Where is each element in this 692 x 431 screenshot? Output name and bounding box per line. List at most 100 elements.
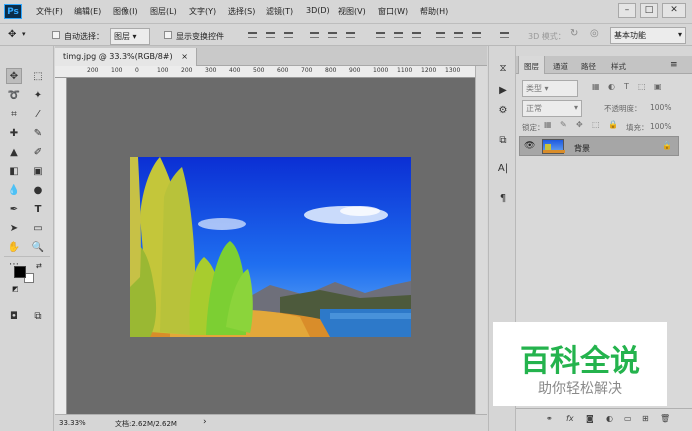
close-button[interactable]: ✕ — [662, 3, 686, 18]
menu-view[interactable]: 视图(V) — [338, 6, 366, 17]
pen-tool[interactable]: ✒ — [6, 201, 22, 217]
distribute-left-icon[interactable] — [436, 32, 445, 38]
new-group-icon[interactable]: ▭ — [624, 414, 632, 423]
foreground-color-swatch[interactable] — [14, 266, 26, 278]
lock-all-icon[interactable]: 🔒 — [608, 120, 618, 129]
crop-tool[interactable]: ⌗ — [6, 106, 22, 122]
lasso-tool[interactable]: ➰ — [6, 87, 22, 103]
vertical-ruler[interactable] — [55, 78, 67, 414]
properties-icon[interactable]: ⚙ — [495, 102, 511, 118]
new-layer-icon[interactable]: ⊞ — [642, 414, 649, 423]
filter-adjustment-icon[interactable]: ◐ — [608, 82, 615, 91]
chevron-right-icon[interactable]: › — [203, 417, 207, 427]
swap-colors-icon[interactable]: ⇄ — [36, 262, 42, 270]
minimize-button[interactable]: – — [618, 3, 636, 18]
menu-image[interactable]: 图像(I) — [113, 6, 138, 17]
quick-mask-icon[interactable]: ◘ — [6, 308, 22, 324]
clone-stamp-tool[interactable]: ▲ — [6, 144, 22, 160]
roll-3d-icon[interactable]: ◎ — [590, 28, 599, 39]
document-info[interactable]: 文档:2.62M/2.62M — [115, 419, 177, 429]
lock-image-icon[interactable]: ✎ — [560, 120, 567, 129]
magic-wand-tool[interactable]: ✦ — [30, 87, 46, 103]
kind-filter-dropdown[interactable]: 类型 ▾ — [522, 80, 578, 97]
gradient-tool[interactable]: ▣ — [30, 163, 46, 179]
close-tab-icon[interactable]: × — [181, 52, 188, 61]
visibility-eye-icon[interactable]: 👁 — [524, 141, 535, 151]
auto-select-checkbox[interactable] — [52, 31, 60, 39]
fill-value[interactable]: 100% — [650, 122, 671, 131]
history-icon[interactable]: ⧖ — [495, 60, 511, 76]
delete-layer-icon[interactable]: 🗑 — [660, 414, 670, 423]
eraser-tool[interactable]: ◧ — [6, 163, 22, 179]
lock-position-icon[interactable]: ✥ — [576, 120, 583, 129]
menu-edit[interactable]: 编辑(E) — [74, 6, 101, 17]
dodge-tool[interactable]: ● — [30, 182, 46, 198]
blur-tool[interactable]: 💧 — [6, 182, 22, 198]
distribute-vcenter-icon[interactable] — [394, 32, 403, 38]
type-tool[interactable]: T — [30, 201, 46, 217]
zoom-level[interactable]: 33.33% — [59, 419, 86, 427]
menu-3d[interactable]: 3D(D) — [306, 6, 330, 15]
show-transform-checkbox[interactable] — [164, 31, 172, 39]
distribute-right-icon[interactable] — [472, 32, 481, 38]
align-hcenter-icon[interactable] — [328, 32, 337, 38]
filter-shape-icon[interactable]: ⬚ — [638, 82, 646, 91]
opacity-value[interactable]: 100% — [650, 103, 671, 112]
paragraph-icon[interactable]: ¶ — [495, 190, 511, 206]
panel-menu-icon[interactable]: ≡ — [670, 60, 678, 70]
healing-brush-tool[interactable]: ✚ — [6, 125, 22, 141]
filter-smart-object-icon[interactable]: ▣ — [654, 82, 662, 91]
horizontal-ruler[interactable]: 200 100 0 100 200 300 400 500 600 700 80… — [55, 66, 475, 78]
filter-pixel-icon[interactable]: ▦ — [592, 82, 600, 91]
tab-paths[interactable]: 路径 — [576, 56, 601, 74]
layer-style-icon[interactable]: fx — [566, 414, 574, 423]
path-selection-tool[interactable]: ➤ — [6, 220, 22, 236]
menu-filter[interactable]: 滤镜(T) — [266, 6, 293, 17]
menu-type[interactable]: 文字(Y) — [189, 6, 216, 17]
move-tool-icon[interactable]: ✥ — [8, 29, 16, 40]
maximize-button[interactable]: □ — [640, 3, 658, 18]
menu-help[interactable]: 帮助(H) — [420, 6, 448, 17]
distribute-top-icon[interactable] — [376, 32, 385, 38]
add-mask-icon[interactable]: ◙ — [586, 414, 594, 423]
history-brush-tool[interactable]: ✐ — [30, 144, 46, 160]
align-left-icon[interactable] — [310, 32, 319, 38]
tab-styles[interactable]: 样式 — [606, 56, 631, 74]
align-right-icon[interactable] — [346, 32, 355, 38]
canvas-area[interactable] — [67, 78, 475, 414]
link-layers-icon[interactable]: ⚭ — [546, 414, 553, 423]
auto-align-icon[interactable] — [500, 32, 509, 38]
lock-transparent-icon[interactable]: ▦ — [544, 120, 552, 129]
tab-channels[interactable]: 通道 — [548, 56, 573, 74]
default-colors-icon[interactable]: ◩ — [12, 285, 19, 293]
rotate-3d-icon[interactable]: ↻ — [570, 28, 578, 39]
distribute-bottom-icon[interactable] — [412, 32, 421, 38]
move-tool[interactable]: ✥ — [6, 68, 22, 84]
lock-artboard-icon[interactable]: ⬚ — [592, 120, 600, 129]
auto-select-dropdown[interactable]: 图层 ▾ — [110, 28, 150, 45]
shape-tool[interactable]: ▭ — [30, 220, 46, 236]
align-top-icon[interactable] — [248, 32, 257, 38]
brush-tool[interactable]: ✎ — [30, 125, 46, 141]
blend-mode-dropdown[interactable]: 正常 ▾ — [522, 100, 582, 117]
eyedropper-tool[interactable]: ⁄ — [30, 106, 46, 122]
layer-name[interactable]: 背景 — [574, 143, 590, 154]
menu-select[interactable]: 选择(S) — [228, 6, 255, 17]
adjustment-layer-icon[interactable]: ◐ — [606, 414, 613, 423]
menu-layer[interactable]: 图层(L) — [150, 6, 177, 17]
tab-layers[interactable]: 图层 — [518, 56, 545, 74]
character-icon[interactable]: A| — [495, 160, 511, 176]
align-vcenter-icon[interactable] — [266, 32, 275, 38]
brush-presets-icon[interactable]: ⧉ — [495, 132, 511, 148]
menu-file[interactable]: 文件(F) — [36, 6, 63, 17]
zoom-tool[interactable]: 🔍 — [30, 239, 46, 255]
workspace-dropdown[interactable]: 基本功能 ▾ — [610, 27, 686, 44]
align-bottom-icon[interactable] — [284, 32, 293, 38]
vertical-scrollbar[interactable] — [475, 66, 487, 414]
menu-window[interactable]: 窗口(W) — [378, 6, 408, 17]
actions-icon[interactable]: ▶ — [495, 82, 511, 98]
filter-type-icon[interactable]: T — [624, 82, 629, 91]
screen-mode-icon[interactable]: ⧉ — [30, 308, 46, 324]
hand-tool[interactable]: ✋ — [6, 239, 22, 255]
marquee-tool[interactable]: ⬚ — [30, 68, 46, 84]
